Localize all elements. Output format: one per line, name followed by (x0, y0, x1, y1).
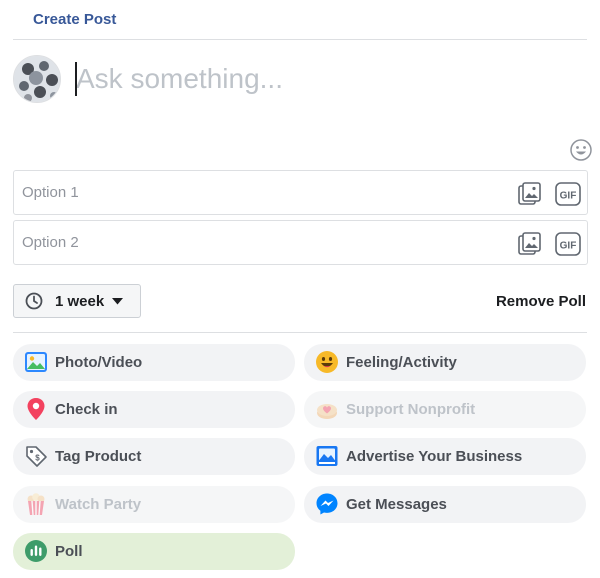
emoji-picker-icon[interactable] (570, 139, 592, 161)
chevron-down-icon (112, 298, 123, 305)
feeling-activity-button[interactable]: Feeling/Activity (304, 344, 586, 381)
section-divider (13, 332, 587, 333)
poll-duration-value: 1 week (55, 293, 105, 310)
avatar[interactable] (13, 55, 61, 103)
avatar-image (14, 56, 60, 102)
add-photo-icon[interactable] (517, 231, 543, 257)
donation-icon (315, 397, 339, 421)
gif-icon[interactable]: GIF (555, 231, 581, 257)
create-post-tab[interactable]: Create Post (33, 11, 116, 28)
location-pin-icon (24, 397, 48, 421)
svg-text:GIF: GIF (560, 241, 577, 252)
poll-icon (24, 539, 48, 563)
tag-product-button[interactable]: $ Tag Product (13, 438, 295, 475)
poll-option-2-input[interactable] (14, 221, 494, 264)
support-nonprofit-button[interactable]: Support Nonprofit (304, 391, 586, 428)
poll-option-1: GIF (13, 170, 588, 215)
svg-text:$: $ (35, 454, 40, 463)
add-photo-icon[interactable] (517, 181, 543, 207)
poll-option-1-input[interactable] (14, 171, 494, 214)
poll-option-2: GIF (13, 220, 588, 265)
header-divider (13, 39, 587, 40)
poll-duration-dropdown[interactable]: 1 week (13, 284, 141, 318)
remove-poll-button[interactable]: Remove Poll (496, 293, 586, 310)
watch-party-button[interactable]: Watch Party (13, 486, 295, 523)
poll-button[interactable]: Poll (13, 533, 295, 570)
create-post-header: Create Post (0, 0, 600, 41)
gif-icon[interactable]: GIF (555, 181, 581, 207)
photo-video-button[interactable]: Photo/Video (13, 344, 295, 381)
check-in-button[interactable]: Check in (13, 391, 295, 428)
price-tag-icon: $ (24, 444, 48, 468)
photo-video-icon (24, 350, 48, 374)
text-cursor (75, 62, 77, 96)
advertise-icon (315, 444, 339, 468)
popcorn-icon (24, 492, 48, 516)
clock-icon (25, 292, 43, 310)
get-messages-button[interactable]: Get Messages (304, 486, 586, 523)
poll-question-input[interactable] (74, 58, 534, 100)
advertise-business-button[interactable]: Advertise Your Business (304, 438, 586, 475)
svg-text:GIF: GIF (560, 191, 577, 202)
messenger-icon (315, 492, 339, 516)
smiley-icon (315, 350, 339, 374)
